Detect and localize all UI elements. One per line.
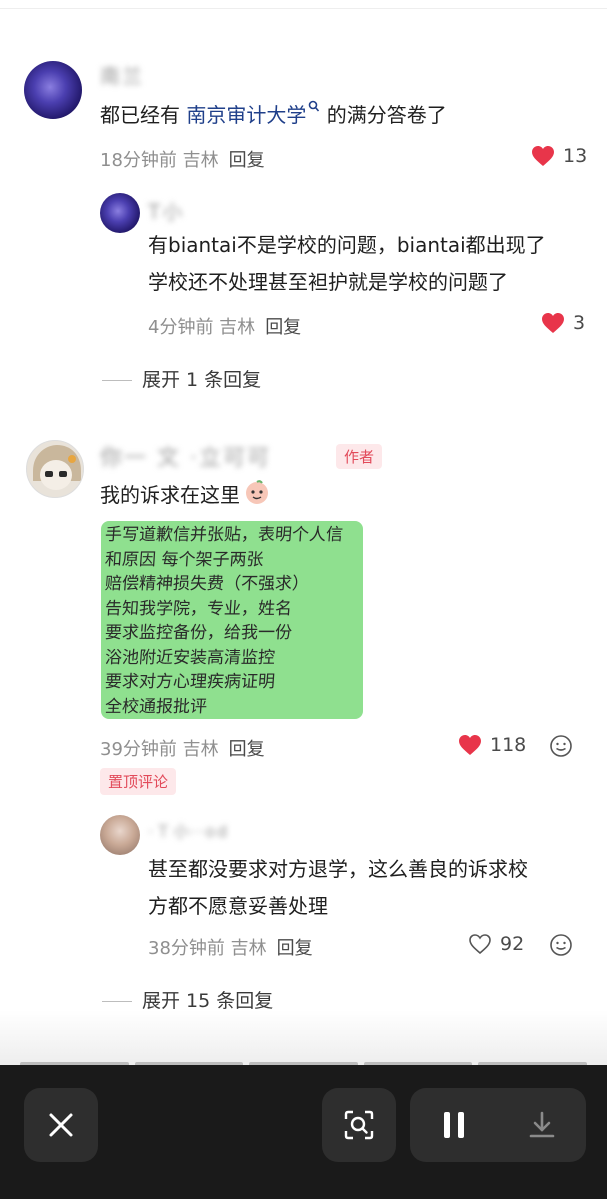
pause-icon (444, 1112, 464, 1138)
emoji-react-button[interactable] (549, 933, 573, 961)
heart-filled-icon (532, 146, 554, 166)
comment-meta: 4分钟前 吉林 回复 (148, 313, 301, 339)
comment-text: 我的诉求在这里 (100, 478, 270, 515)
heart-outline-icon (469, 934, 491, 955)
author-tag: 作者 (336, 444, 383, 469)
comment-text-part: 都已经有 (100, 103, 187, 127)
heart-filled-icon (542, 313, 564, 333)
comment-time: 38分钟前 吉林 (148, 938, 267, 959)
reply-button[interactable]: 回复 (277, 938, 313, 959)
reply-button[interactable]: 回复 (229, 739, 265, 760)
comment-meta: 39分钟前 吉林 回复 (100, 735, 265, 761)
download-button[interactable] (498, 1088, 586, 1162)
comment-meta: 18分钟前 吉林 回复 (100, 146, 265, 172)
smiley-icon (550, 735, 572, 757)
expand-replies-label: 展开 15 条回复 (142, 990, 274, 1012)
close-icon (49, 1113, 73, 1137)
username-blurred[interactable]: T小 (148, 196, 184, 225)
like-count: 92 (500, 933, 525, 955)
anime-avatar-icon (33, 445, 81, 490)
like-count: 118 (490, 734, 527, 756)
note-line: 和原因 每个架子两张 (104, 549, 265, 570)
note-line: 告知我学院，专业，姓名 (104, 598, 293, 619)
pinned-comment-tag: 置顶评论 (100, 768, 177, 795)
heart-filled-icon (459, 735, 481, 755)
avatar[interactable] (100, 193, 140, 233)
divider-line (102, 1001, 132, 1002)
avatar[interactable] (26, 440, 84, 498)
comment-text: 都已经有 南京审计大学 的满分答卷了 (100, 98, 447, 132)
lens-search-icon (344, 1110, 374, 1140)
note-line: 要求监控备份，给我一份 (104, 623, 293, 643)
expand-replies-button[interactable]: 展开 1 条回复 (102, 365, 261, 392)
comment-time: 4分钟前 吉林 (148, 317, 256, 338)
reply-text-line: 甚至都没要求对方退学，这么善良的诉求校 (148, 857, 528, 881)
emoji-react-button[interactable] (549, 734, 573, 762)
note-line: 要求对方心理疾病证明 (104, 672, 276, 692)
reply-text-line: 方都不愿意妥善处理 (148, 894, 328, 918)
top-divider (0, 8, 607, 9)
comment-text-part: 的满分答卷了 (320, 103, 447, 127)
attached-image[interactable]: 手写道歉信并张贴，表明个人信 和原因 每个架子两张 赔偿精神损失费（不强求） 告… (101, 521, 363, 719)
note-line: 赔偿精神损失费（不强求） (104, 574, 310, 594)
lens-search-button[interactable] (322, 1088, 396, 1162)
peach-emoji-icon (246, 479, 268, 504)
username-blurred[interactable]: 你一 文 ·立可可 (100, 440, 271, 472)
expand-replies-button[interactable]: 展开 15 条回复 (102, 986, 273, 1013)
smiley-icon (550, 934, 572, 956)
note-line: 浴池附近安装高清监控 (104, 647, 276, 668)
bottom-fade (0, 1010, 607, 1070)
media-controls (410, 1088, 586, 1162)
like-count: 3 (573, 312, 586, 334)
avatar[interactable] (100, 815, 140, 855)
download-icon (529, 1111, 555, 1138)
reply-button[interactable]: 回复 (229, 150, 265, 171)
search-link[interactable]: 南京审计大学 (186, 101, 320, 127)
username-blurred[interactable]: 南兰 (100, 60, 144, 89)
note-line: 全校通报批评 (104, 696, 208, 717)
bottom-toolbar (0, 1065, 607, 1199)
search-link-label: 南京审计大学 (186, 103, 307, 127)
avatar[interactable] (24, 61, 82, 119)
reply-text-line: 学校还不处理甚至袒护就是学校的问题了 (148, 270, 508, 294)
reply-button[interactable]: 回复 (265, 317, 301, 338)
comment-text-part: 我的诉求在这里 (100, 483, 240, 507)
comment-time: 18分钟前 吉林 (100, 150, 219, 171)
comment-meta: 38分钟前 吉林 回复 (148, 934, 313, 960)
reply-text-line: 有biantai不是学校的问题，biantai都出现了 (148, 233, 546, 257)
close-button[interactable] (24, 1088, 98, 1162)
pause-button[interactable] (410, 1088, 498, 1162)
username-blurred[interactable]: ·Ｔ小··od (148, 818, 229, 842)
divider-line (102, 380, 132, 381)
emoji-sticker (244, 479, 270, 515)
like-button[interactable]: 92 (468, 933, 524, 955)
like-button[interactable]: 13 (531, 145, 587, 167)
expand-replies-label: 展开 1 条回复 (142, 369, 262, 391)
like-count: 13 (563, 145, 588, 167)
like-button[interactable]: 118 (458, 734, 526, 756)
like-button[interactable]: 3 (541, 312, 585, 334)
search-icon (309, 101, 320, 112)
comment-time: 39分钟前 吉林 (100, 739, 219, 760)
note-line: 手写道歉信并张贴，表明个人信 (104, 525, 344, 545)
